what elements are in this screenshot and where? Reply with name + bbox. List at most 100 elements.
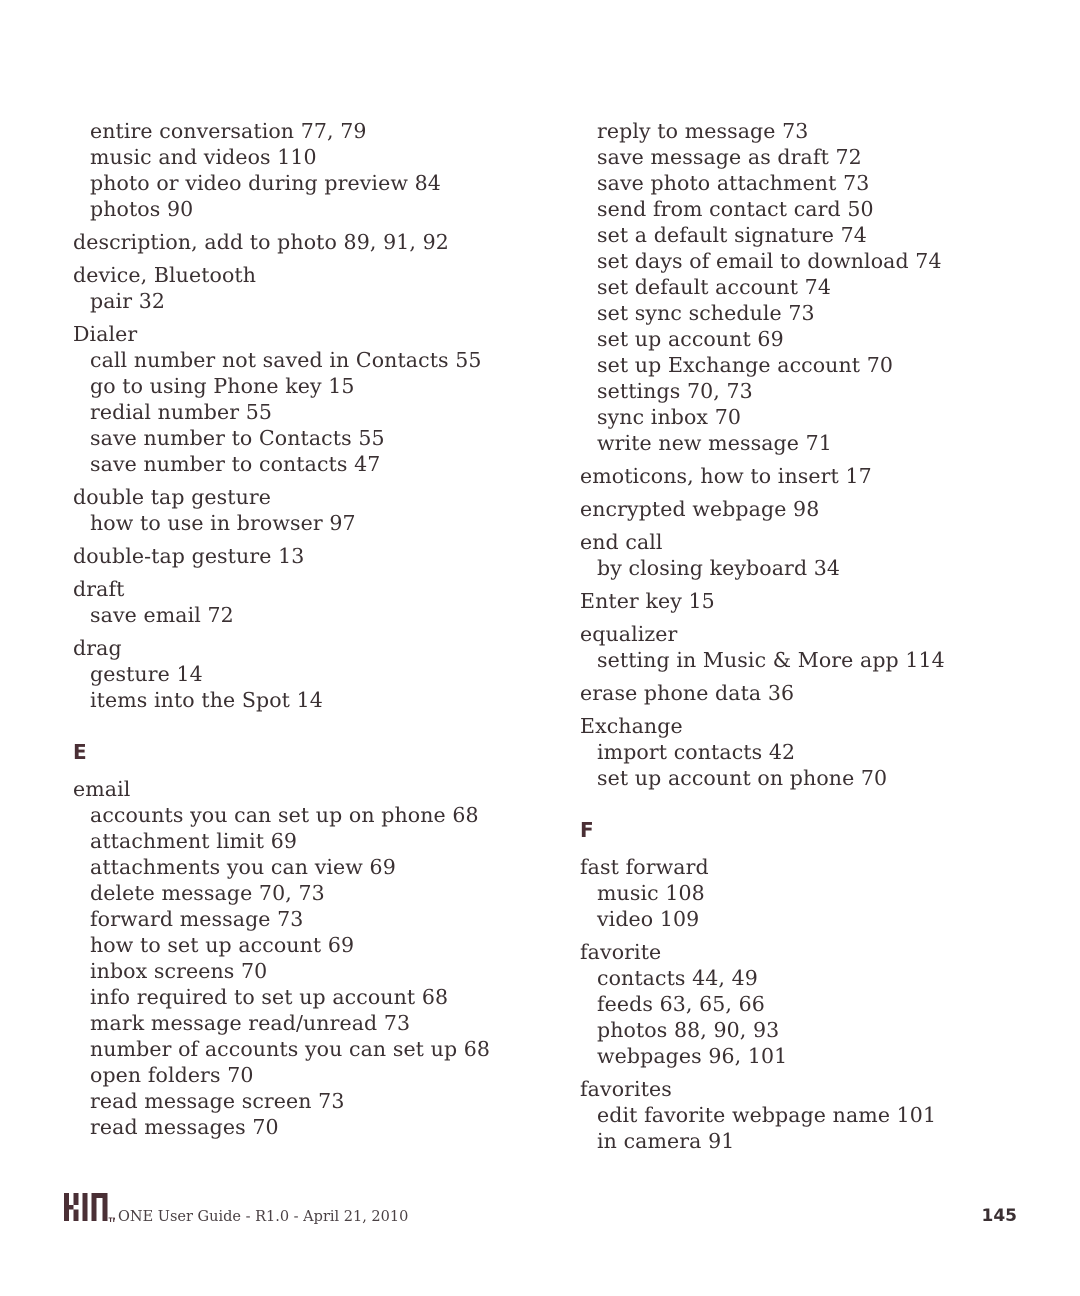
- index-entry: Exchange: [580, 714, 683, 738]
- index-entry: fast forward: [580, 855, 709, 879]
- index-subentry: set up account 69: [597, 327, 784, 351]
- index-subentry: gesture 14: [90, 662, 203, 686]
- kin-logo-icon: TM: [64, 1193, 116, 1224]
- index-entry: erase phone data 36: [580, 681, 795, 705]
- index-subentry: redial number 55: [90, 400, 273, 424]
- index-subentry: settings 70, 73: [597, 379, 753, 403]
- index-subentry: read messages 70: [90, 1115, 279, 1139]
- index-entry: device, Bluetooth: [73, 263, 257, 287]
- index-entry: favorite: [580, 940, 662, 964]
- index-subentry: mark message read/unread 73: [90, 1011, 411, 1035]
- index-subentry: video 109: [597, 907, 700, 931]
- right-column: reply to message 73 save message as draft…: [507, 118, 1007, 1154]
- page-number: 145: [981, 1206, 1018, 1226]
- index-entry: draft: [73, 577, 125, 601]
- page-footer: TM ONE User Guide - R1.0 - April 21, 201…: [0, 1181, 1080, 1296]
- index-columns: entire conversation 77, 79 music and vide…: [0, 118, 1080, 1154]
- index-entry: Enter key 15: [580, 589, 715, 613]
- index-subentry: call number not saved in Contacts 55: [90, 348, 482, 372]
- index-subentry: set sync schedule 73: [597, 301, 815, 325]
- index-group: end call by closing keyboard 34: [580, 529, 1007, 581]
- index-subentry: set up account on phone 70: [597, 766, 888, 790]
- index-subentry: pair 32: [90, 289, 166, 313]
- index-subentry: setting in Music & More app 114: [597, 648, 945, 672]
- index-subentry: delete message 70, 73: [90, 881, 325, 905]
- index-entry: emoticons, how to insert 17: [580, 464, 872, 488]
- footer-left: TM ONE User Guide - R1.0 - April 21, 201…: [63, 1191, 408, 1227]
- index-subentry: photo or video during preview 84: [90, 171, 441, 195]
- index-entry: double tap gesture: [73, 485, 272, 509]
- index-subentry: read message screen 73: [90, 1089, 345, 1113]
- letter-heading-f: F: [580, 818, 594, 842]
- index-subentry: save email 72: [90, 603, 234, 627]
- index-subentry: webpages 96, 101: [597, 1044, 788, 1068]
- footer-guide-text: ONE User Guide - R1.0 - April 21, 2010: [118, 1209, 409, 1225]
- index-group: Dialer call number not saved in Contacts …: [73, 321, 500, 477]
- index-entry: double-tap gesture 13: [73, 544, 305, 568]
- index-group: encrypted webpage 98: [580, 496, 1007, 522]
- index-group: favorites edit favorite webpage name 101 i…: [580, 1076, 1007, 1154]
- index-group: emoticons, how to insert 17: [580, 463, 1007, 489]
- index-subentry: in camera 91: [597, 1129, 735, 1153]
- index-group: favorite contacts 44, 49 feeds 63, 65, 66 p…: [580, 939, 1007, 1069]
- index-subentry: set days of email to download 74: [597, 249, 942, 273]
- index-group: erase phone data 36: [580, 680, 1007, 706]
- index-subentry: save photo attachment 73: [597, 171, 870, 195]
- index-subentry: set up Exchange account 70: [597, 353, 894, 377]
- index-subentry: music and videos 110: [90, 145, 317, 169]
- index-entry: equalizer: [580, 622, 678, 646]
- index-subentry: import contacts 42: [597, 740, 796, 764]
- index-group: double-tap gesture 13: [73, 543, 500, 569]
- left-column: entire conversation 77, 79 music and vide…: [0, 118, 500, 1140]
- index-subentry: sync inbox 70: [597, 405, 741, 429]
- index-subentry: set default account 74: [597, 275, 831, 299]
- index-subentry: entire conversation 77, 79: [90, 119, 367, 143]
- footer-inner: TM ONE User Guide - R1.0 - April 21, 201…: [63, 1191, 1017, 1227]
- index-subentry: reply to message 73: [597, 119, 809, 143]
- index-subentry: inbox screens 70: [90, 959, 268, 983]
- index-subentry: how to set up account 69: [90, 933, 355, 957]
- index-subentry: forward message 73: [90, 907, 304, 931]
- index-subentry: attachments you can view 69: [90, 855, 396, 879]
- index-subentry: edit favorite webpage name 101: [597, 1103, 937, 1127]
- index-subentry: items into the Spot 14: [90, 688, 323, 712]
- index-subentry: write new message 71: [597, 431, 832, 455]
- index-group: description, add to photo 89, 91, 92: [73, 229, 500, 255]
- index-subentry: open folders 70: [90, 1063, 254, 1087]
- index-entry: email: [73, 777, 131, 801]
- index-entry: encrypted webpage 98: [580, 497, 820, 521]
- index-subentry: save number to contacts 47: [90, 452, 381, 476]
- index-group: equalizer setting in Music & More app 114: [580, 621, 1007, 673]
- index-group: Enter key 15: [580, 588, 1007, 614]
- letter-heading-e: E: [73, 740, 87, 764]
- index-subentry: save message as draft 72: [597, 145, 862, 169]
- svg-text:TM: TM: [109, 1217, 116, 1224]
- index-subentry: music 108: [597, 881, 705, 905]
- index-group: device, Bluetooth pair 32: [73, 262, 500, 314]
- index-entry: description, add to photo 89, 91, 92: [73, 230, 449, 254]
- index-group: reply to message 73 save message as draft…: [580, 118, 1007, 456]
- index-subentry: contacts 44, 49: [597, 966, 758, 990]
- index-group: entire conversation 77, 79 music and vide…: [73, 118, 500, 222]
- index-subentry: number of accounts you can set up 68: [90, 1037, 491, 1061]
- index-group: Exchange import contacts 42 set up account…: [580, 713, 1007, 791]
- index-group: drag gesture 14 items into the Spot 14: [73, 635, 500, 713]
- index-subentry: by closing keyboard 34: [597, 556, 841, 580]
- index-subentry: photos 90: [90, 197, 194, 221]
- index-subentry: send from contact card 50: [597, 197, 874, 221]
- index-subentry: how to use in browser 97: [90, 511, 356, 535]
- index-subentry: save number to Contacts 55: [90, 426, 385, 450]
- index-page: entire conversation 77, 79 music and vide…: [0, 0, 1080, 1296]
- index-group: draft save email 72: [73, 576, 500, 628]
- index-subentry: accounts you can set up on phone 68: [90, 803, 479, 827]
- index-subentry: info required to set up account 68: [90, 985, 449, 1009]
- index-subentry: attachment limit 69: [90, 829, 297, 853]
- index-subentry: set a default signature 74: [597, 223, 867, 247]
- index-group: fast forward music 108 video 109: [580, 854, 1007, 932]
- index-entry: drag: [73, 636, 122, 660]
- index-subentry: photos 88, 90, 93: [597, 1018, 780, 1042]
- index-entry: end call: [580, 530, 663, 554]
- index-group: email accounts you can set up on phone 68…: [73, 776, 500, 1140]
- index-entry: favorites: [580, 1077, 672, 1101]
- index-group: double tap gesture how to use in browser …: [73, 484, 500, 536]
